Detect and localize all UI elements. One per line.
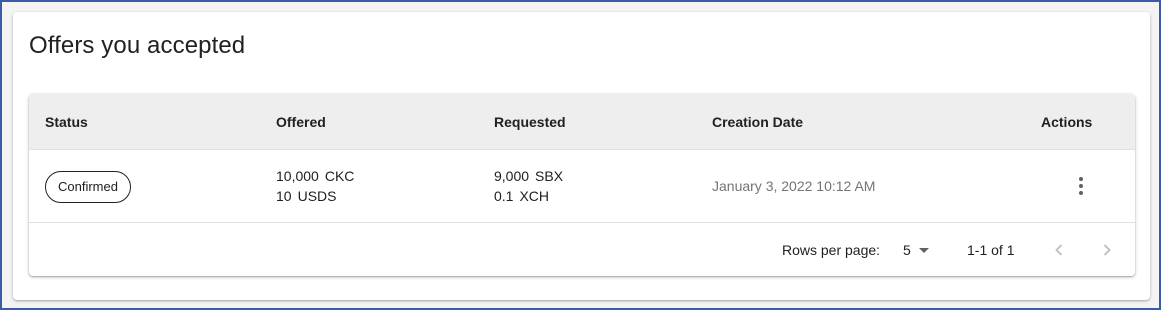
offered-cell: 10,000 CKC 10 USDS bbox=[276, 166, 354, 206]
more-vert-icon[interactable] bbox=[1069, 174, 1093, 198]
offered-amount: 10 bbox=[276, 188, 292, 204]
table-row: Confirmed 10,000 CKC 10 USDS 9,000 SBX 0.1 X… bbox=[29, 150, 1135, 223]
rows-per-page-label: Rows per page: bbox=[782, 242, 881, 258]
header-actions: Actions bbox=[1041, 114, 1093, 130]
header-creation-date: Creation Date bbox=[712, 114, 804, 130]
status-badge: Confirmed bbox=[45, 171, 131, 203]
table-pagination: Rows per page: 5 1-1 of 1 bbox=[29, 224, 1135, 276]
pagination-range: 1-1 of 1 bbox=[967, 242, 1015, 258]
kebab-dot bbox=[1079, 191, 1083, 195]
offered-unit: USDS bbox=[297, 188, 337, 204]
page-title: Offers you accepted bbox=[29, 32, 246, 59]
requested-line: 0.1 XCH bbox=[494, 186, 563, 206]
offers-card: Offers you accepted Status Offered Reque… bbox=[13, 12, 1150, 300]
header-status: Status bbox=[45, 114, 88, 130]
offers-table: Status Offered Requested Creation Date A… bbox=[29, 94, 1135, 276]
kebab-dot bbox=[1079, 184, 1083, 188]
offered-line: 10 USDS bbox=[276, 186, 354, 206]
window-frame: Offers you accepted Status Offered Reque… bbox=[0, 0, 1161, 310]
previous-page-button[interactable] bbox=[1047, 238, 1071, 262]
chevron-left-icon bbox=[1055, 244, 1063, 256]
header-requested: Requested bbox=[494, 114, 566, 130]
requested-unit: XCH bbox=[519, 188, 550, 204]
chevron-right-icon bbox=[1103, 244, 1111, 256]
requested-amount: 9,000 bbox=[494, 168, 530, 184]
offered-line: 10,000 CKC bbox=[276, 166, 354, 186]
requested-line: 9,000 SBX bbox=[494, 166, 563, 186]
rows-per-page-value: 5 bbox=[903, 242, 911, 258]
table-header: Status Offered Requested Creation Date A… bbox=[29, 94, 1135, 150]
next-page-button[interactable] bbox=[1095, 238, 1119, 262]
offered-amount: 10,000 bbox=[276, 168, 319, 184]
rows-per-page-select[interactable]: 5 bbox=[903, 236, 935, 264]
arrow-drop-down-icon bbox=[919, 248, 929, 253]
requested-unit: SBX bbox=[535, 168, 564, 184]
requested-cell: 9,000 SBX 0.1 XCH bbox=[494, 166, 563, 206]
kebab-dot bbox=[1079, 177, 1083, 181]
creation-date-value: January 3, 2022 10:12 AM bbox=[712, 178, 876, 194]
offered-unit: CKC bbox=[324, 168, 355, 184]
requested-amount: 0.1 bbox=[494, 188, 514, 204]
header-offered: Offered bbox=[276, 114, 326, 130]
